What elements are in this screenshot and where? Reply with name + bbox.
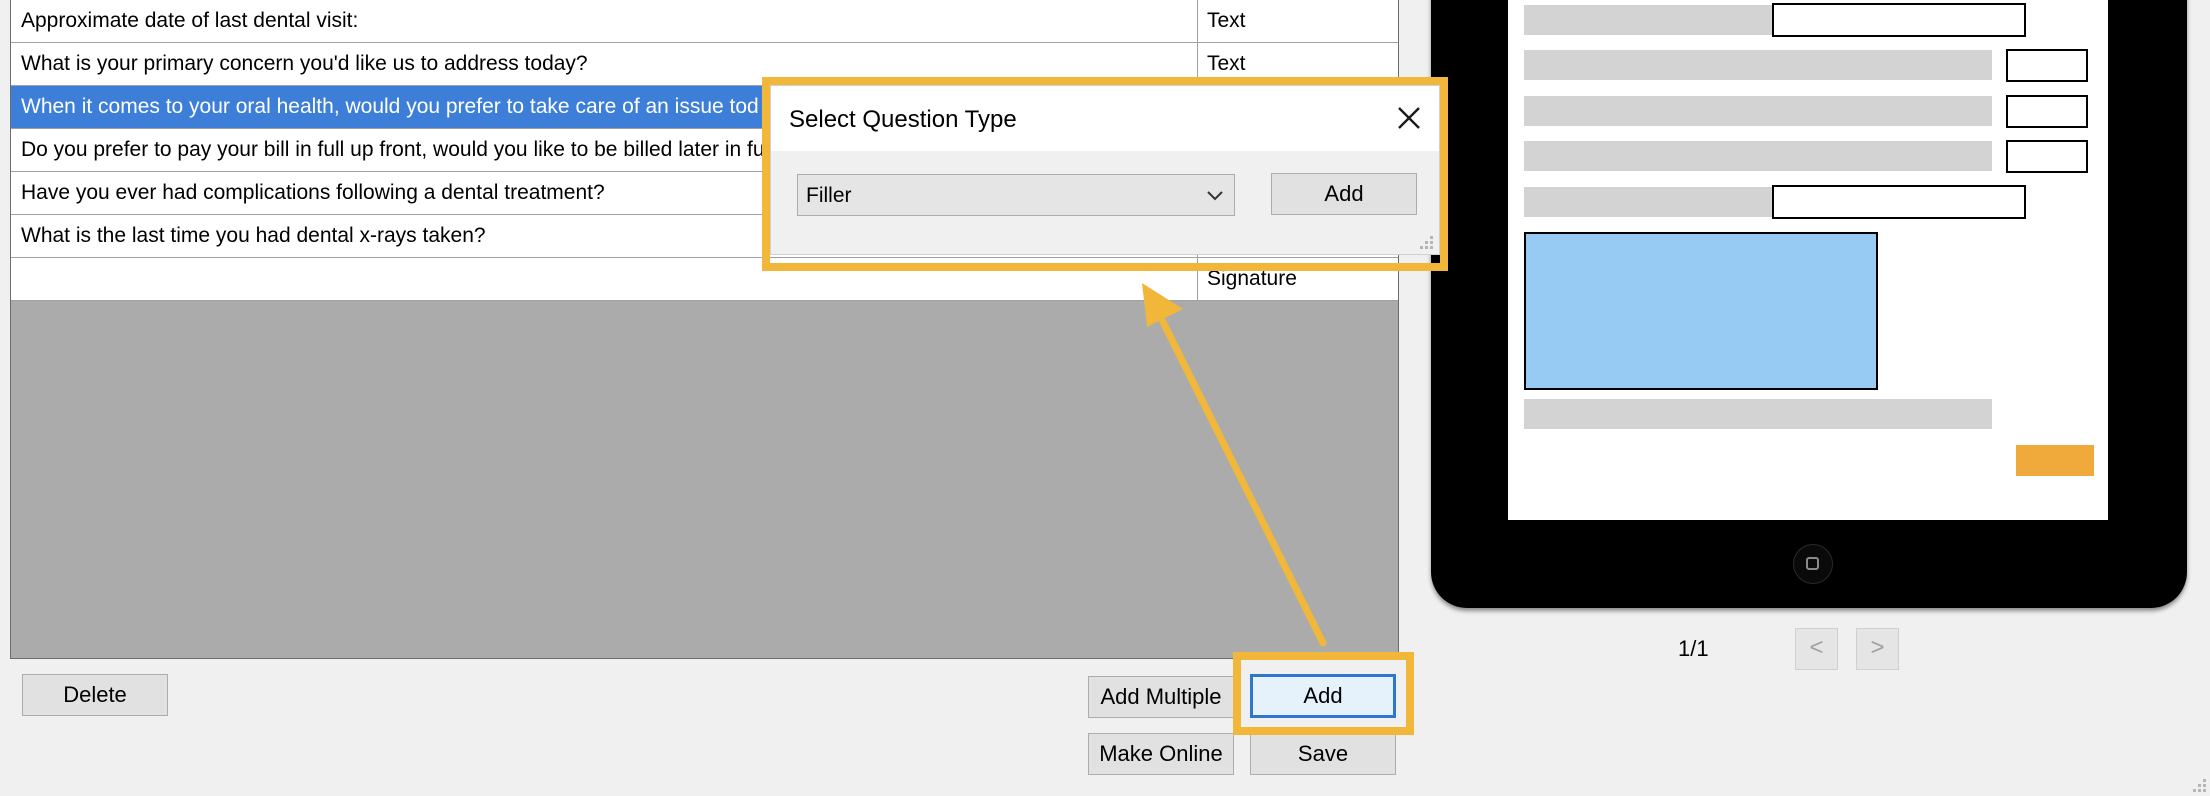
arrow-icon — [1142, 283, 1327, 647]
